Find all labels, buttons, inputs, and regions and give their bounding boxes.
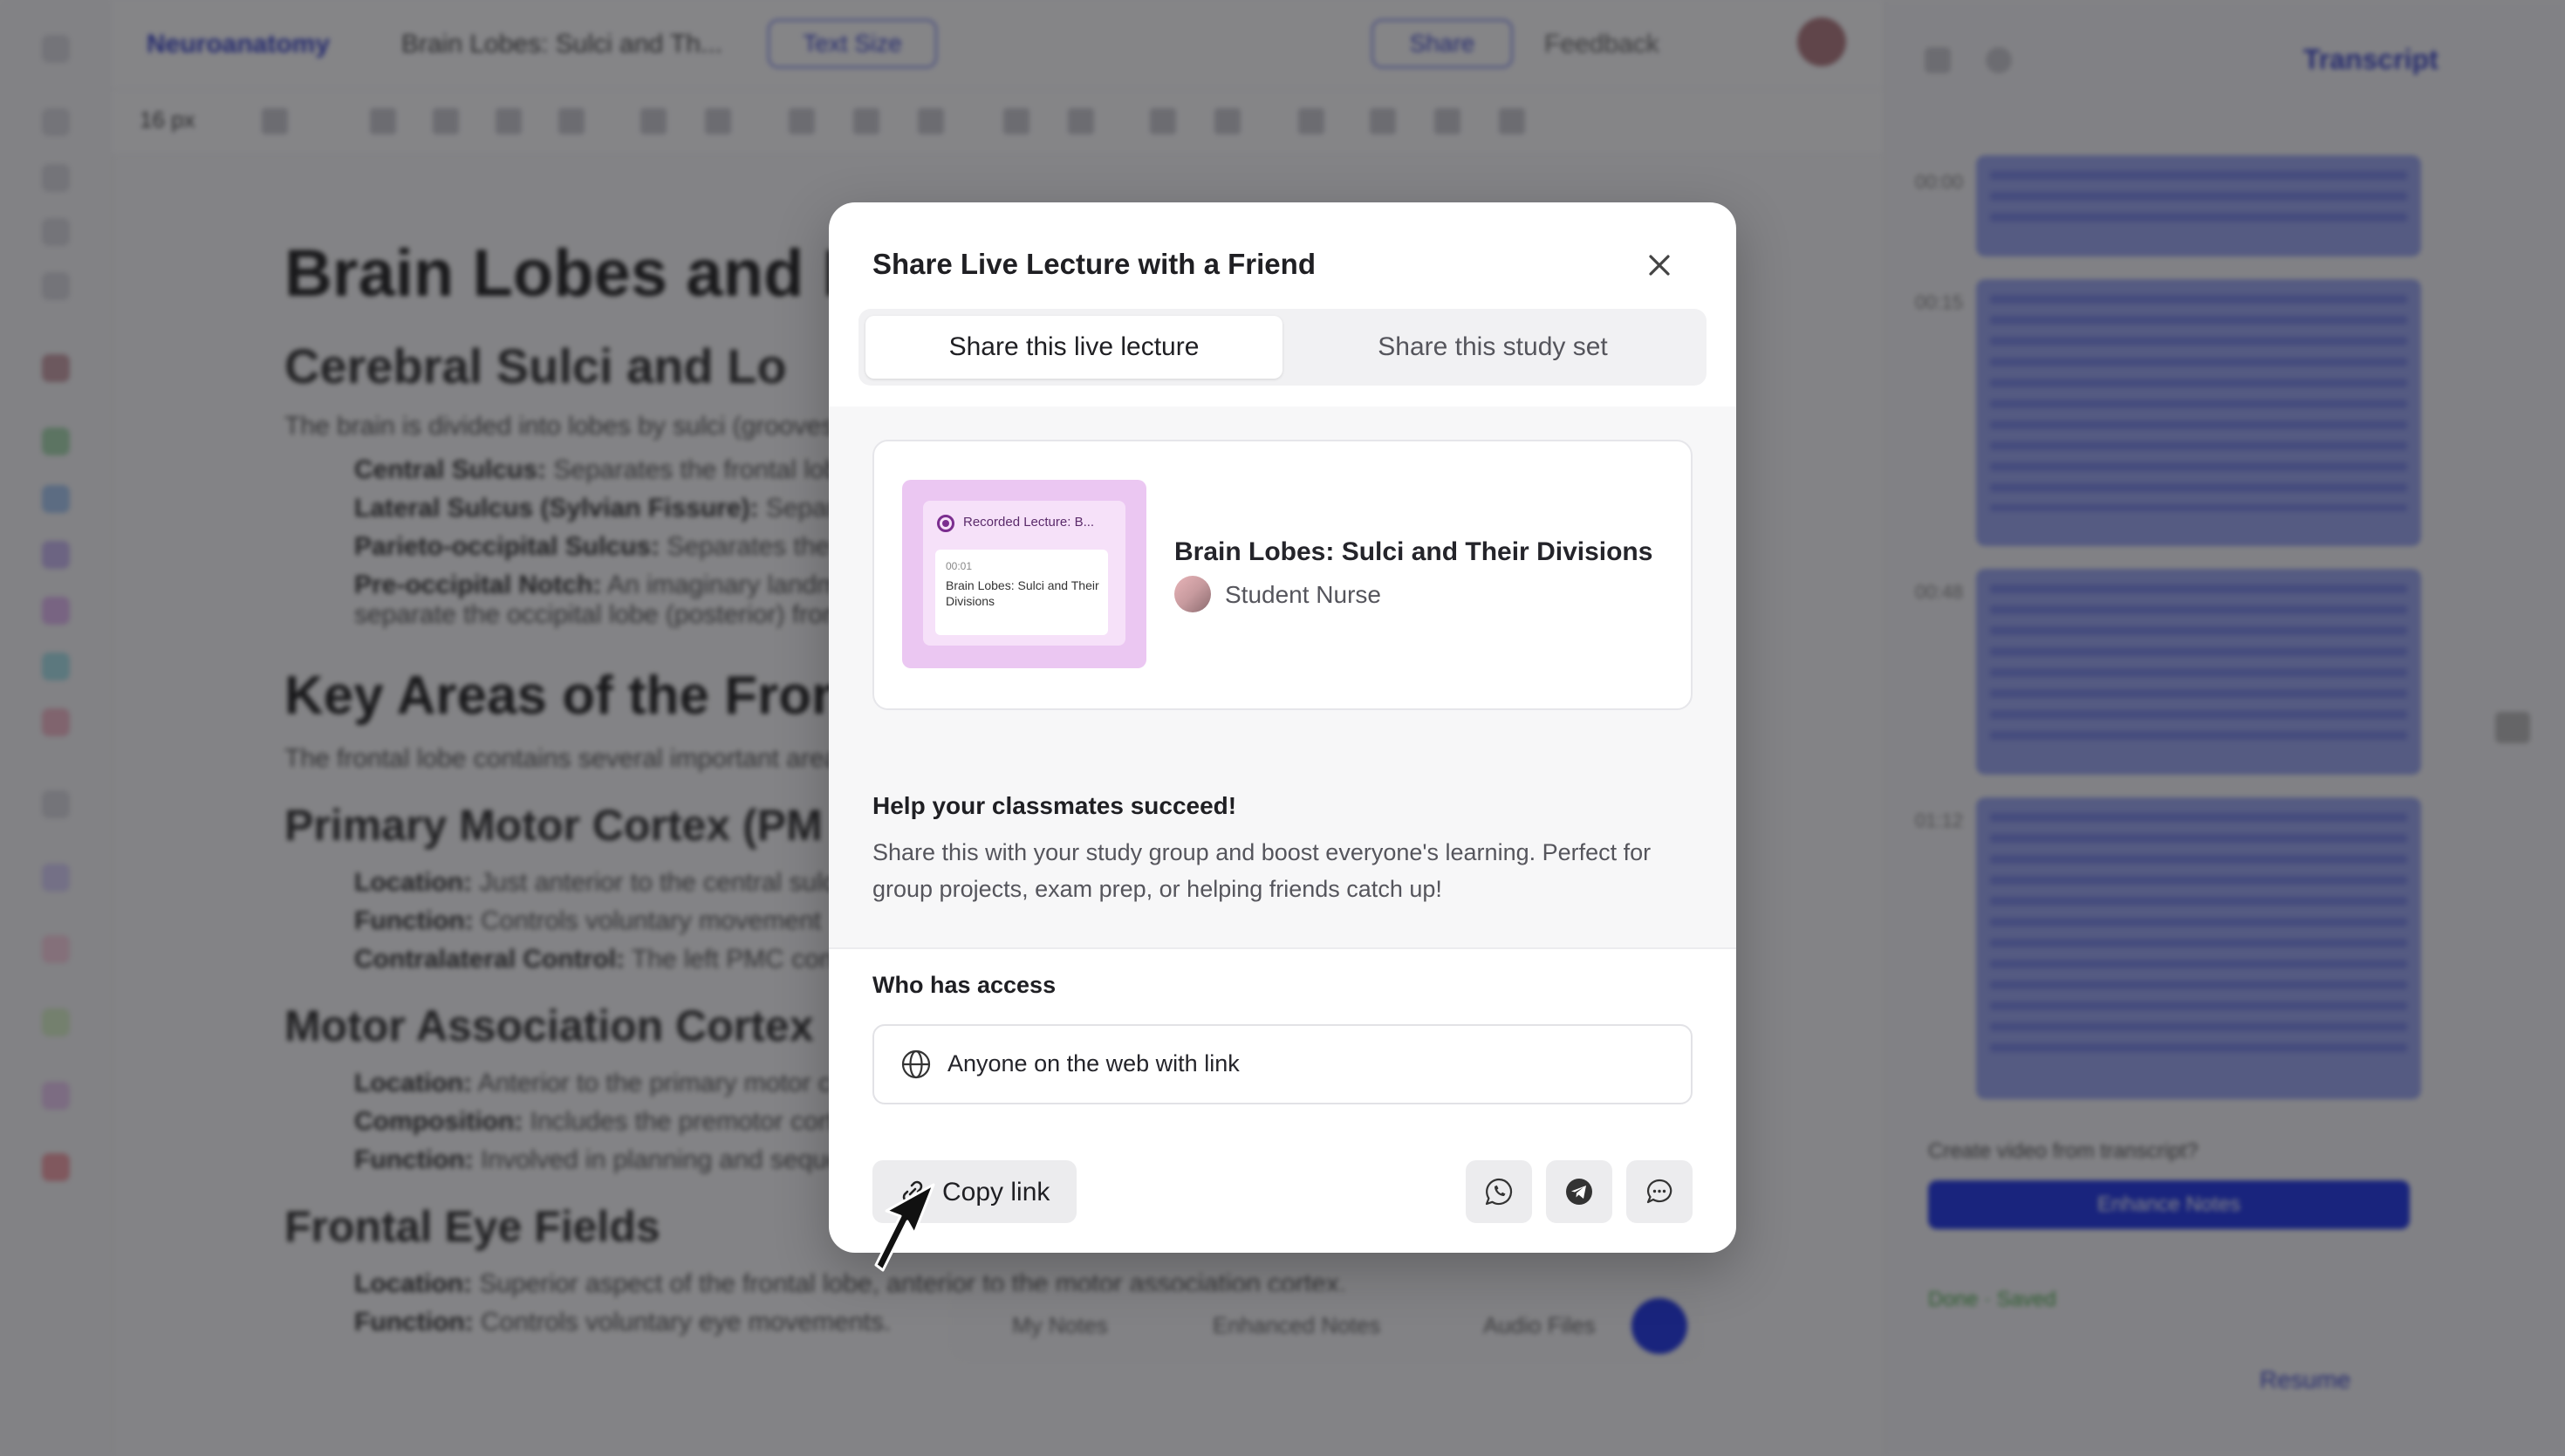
help-text: Share this with your study group and boo… (872, 839, 1652, 902)
access-value: Anyone on the web with link (947, 1050, 1240, 1077)
close-icon[interactable] (1640, 246, 1679, 284)
access-heading: Who has access (872, 972, 1057, 998)
author-avatar (1174, 576, 1211, 612)
access-selector[interactable]: Anyone on the web with link (872, 1024, 1693, 1104)
record-dot-icon (937, 515, 954, 532)
message-button[interactable] (1626, 1160, 1693, 1223)
tab-share-study-set[interactable]: Share this study set (1286, 316, 1700, 379)
modal-title: Share Live Lecture with a Friend (872, 248, 1316, 280)
share-tabs: Share this live lecture Share this study… (858, 309, 1707, 386)
telegram-button[interactable] (1546, 1160, 1612, 1223)
telegram-icon (1566, 1179, 1592, 1205)
thumbnail-time: 00:01 (946, 560, 973, 572)
lecture-title: Brain Lobes: Sulci and Their Divisions (1174, 537, 1653, 566)
whatsapp-button[interactable] (1466, 1160, 1532, 1223)
tab-share-live-lecture[interactable]: Share this live lecture (865, 316, 1282, 379)
recorded-label: Recorded Lecture: B... (963, 515, 1095, 530)
share-modal: Share Live Lecture with a Friend Share t… (829, 202, 1736, 1253)
copy-link-label: Copy link (942, 1178, 1050, 1206)
author-name: Student Nurse (1225, 581, 1381, 608)
thumbnail-title: Brain Lobes: Sulci and Their Divisions (946, 578, 1099, 608)
whatsapp-icon (1485, 1178, 1513, 1206)
thumbnail-inner: Recorded Lecture: B... 00:01 Brain Lobes… (923, 501, 1125, 646)
help-heading: Help your classmates succeed! (872, 792, 1237, 819)
lecture-preview-card: Recorded Lecture: B... 00:01 Brain Lobes… (872, 440, 1693, 710)
message-icon (1646, 1179, 1672, 1204)
thumbnail-note-card: 00:01 Brain Lobes: Sulci and Their Divis… (935, 550, 1108, 635)
globe-icon (901, 1049, 931, 1079)
mouse-cursor-icon (874, 1183, 935, 1272)
lecture-thumbnail: Recorded Lecture: B... 00:01 Brain Lobes… (902, 480, 1146, 668)
